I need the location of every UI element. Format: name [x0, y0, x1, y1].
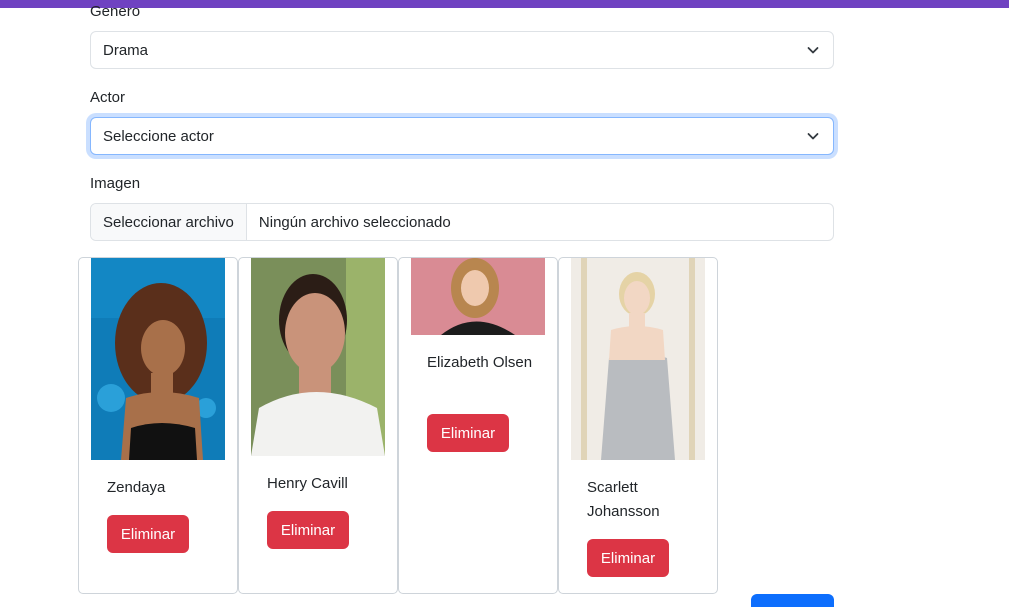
actor-label: Actor [90, 89, 126, 106]
actor-name: Zendaya [107, 479, 166, 496]
file-status-text: Ningún archivo seleccionado [258, 213, 451, 231]
image-file-input[interactable]: Seleccionar archivo Ningún archivo selec… [90, 203, 834, 241]
chevron-down-icon [807, 44, 819, 56]
actor-select-value: Seleccione actor [103, 127, 214, 145]
actor-photo [571, 258, 705, 460]
genre-select[interactable]: Drama [90, 31, 834, 69]
chevron-down-icon [807, 130, 819, 142]
delete-button[interactable]: Eliminar [427, 414, 509, 452]
actor-select[interactable]: Seleccione actor [90, 117, 834, 155]
delete-button[interactable]: Eliminar [587, 539, 669, 577]
delete-button[interactable]: Eliminar [267, 511, 349, 549]
actor-card: Henry Cavill Eliminar [238, 257, 398, 594]
top-accent-bar [0, 0, 1009, 8]
choose-file-button[interactable]: Seleccionar archivo [91, 204, 247, 240]
actor-card: Elizabeth Olsen Eliminar [398, 257, 558, 594]
image-label: Imagen [90, 175, 141, 192]
genre-label: Genero [90, 3, 141, 20]
actor-photo [411, 258, 545, 335]
actor-card: Zendaya Eliminar [78, 257, 238, 594]
actor-photo [91, 258, 225, 460]
genre-select-value: Drama [103, 41, 149, 59]
actor-card: Scarlett Johansson Eliminar [558, 257, 718, 594]
delete-button[interactable]: Eliminar [107, 515, 189, 553]
submit-button[interactable] [751, 594, 834, 607]
actor-name: Scarlett Johansson [587, 479, 660, 520]
actor-name: Elizabeth Olsen [427, 354, 533, 371]
actor-name: Henry Cavill [267, 475, 348, 492]
actor-photo [251, 258, 385, 456]
